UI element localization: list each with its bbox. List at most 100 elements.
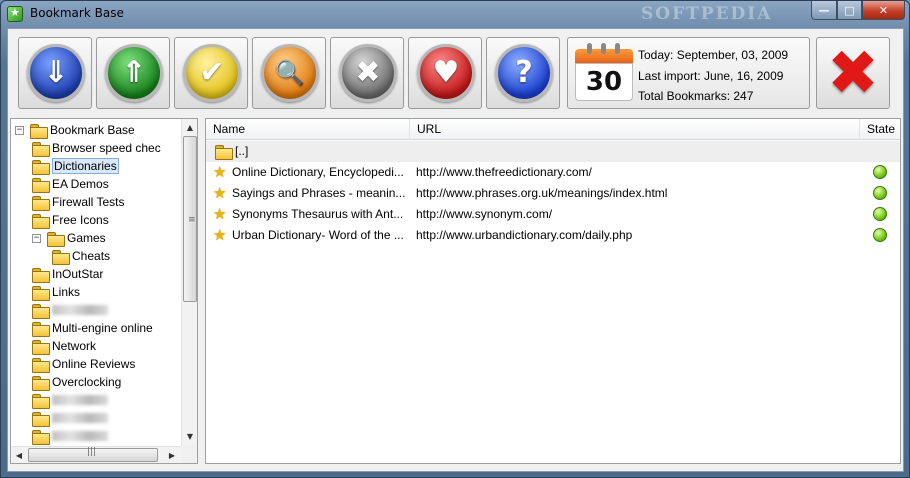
- bookmark-row[interactable]: ★ Synonyms Thesaurus with Ant... http://ww…: [206, 204, 900, 225]
- tree-item[interactable]: [32, 409, 108, 427]
- question-icon: ?: [495, 44, 553, 102]
- minimize-button[interactable]: —: [811, 1, 837, 20]
- tree-item-label: Bookmark Base: [50, 123, 135, 137]
- heart-glyph: ♥: [432, 55, 460, 90]
- tree-item[interactable]: Overclocking: [32, 373, 121, 391]
- heart-icon: ♥: [417, 44, 475, 102]
- tree-item[interactable]: [32, 427, 108, 445]
- tree-item[interactable]: [32, 391, 108, 409]
- folder-icon: [32, 303, 50, 319]
- folder-icon: [47, 231, 65, 247]
- star-icon: ★: [213, 185, 227, 202]
- bookmark-list[interactable]: Name URL State [..] ★ Online Dictionary, …: [205, 118, 901, 464]
- folder-icon: [32, 285, 50, 301]
- obscured-label: [52, 305, 108, 315]
- tree-item[interactable]: Firewall Tests: [32, 193, 124, 211]
- total-bookmarks-label: Total Bookmarks: 247: [638, 89, 754, 103]
- title-bar[interactable]: Bookmark Base SOFTPEDIA — □ ✕: [1, 1, 909, 27]
- tree-horizontal-thumb[interactable]: |||: [28, 447, 158, 462]
- tree-item[interactable]: Multi-engine online: [32, 319, 153, 337]
- star-icon: ★: [213, 227, 227, 244]
- tree-item[interactable]: Free Icons: [32, 211, 109, 229]
- tree-item-label: Dictionaries: [52, 158, 119, 174]
- tree-item[interactable]: − Games: [32, 229, 106, 247]
- status-ok-icon: [873, 228, 887, 242]
- tree-item[interactable]: EA Demos: [32, 175, 109, 193]
- column-header-url[interactable]: URL: [410, 119, 860, 140]
- tree-vertical-scrollbar[interactable]: ▲ ≡ ▼: [181, 119, 197, 446]
- folder-tree[interactable]: − Bookmark Base Browser speed chec Dictiona…: [10, 118, 198, 464]
- tree-item-label: Online Reviews: [52, 357, 136, 371]
- tree-item-label: Links: [52, 285, 81, 299]
- import-button[interactable]: ⇓: [18, 37, 92, 109]
- tree-item[interactable]: [32, 301, 108, 319]
- tree-vertical-thumb[interactable]: ≡: [183, 136, 197, 302]
- export-glyph: ⇑: [121, 55, 147, 90]
- red-x-icon: ✖: [827, 36, 879, 109]
- today-label: Today: September, 03, 2009: [638, 48, 789, 62]
- tree-item[interactable]: Online Reviews: [32, 355, 135, 373]
- close-window-button[interactable]: ✕: [862, 1, 905, 20]
- calendar-icon: 30: [575, 43, 633, 103]
- grip-icon: |||: [87, 447, 97, 457]
- column-header-name[interactable]: Name: [206, 119, 410, 140]
- import-glyph: ⇓: [43, 55, 69, 90]
- parent-folder-row[interactable]: [..]: [206, 141, 900, 162]
- bookmark-url: http://www.synonym.com/: [416, 207, 553, 221]
- tree-item[interactable]: InOutStar: [32, 265, 103, 283]
- tree-item-label: EA Demos: [52, 177, 109, 191]
- folder-icon: [32, 177, 50, 193]
- checkmark-icon: ✔: [183, 44, 241, 102]
- bookmark-row[interactable]: ★ Online Dictionary, Encyclopedi... http:/…: [206, 162, 900, 183]
- tree-item-label: Games: [67, 231, 106, 245]
- parent-folder-label: [..]: [235, 144, 249, 158]
- folder-icon: [32, 429, 50, 445]
- check-links-button[interactable]: ✔: [174, 37, 248, 109]
- exit-button[interactable]: ✖: [816, 37, 890, 109]
- tree-item[interactable]: Dictionaries: [32, 157, 119, 175]
- help-button[interactable]: ?: [486, 37, 560, 109]
- toolbar: ⇓ ⇑ ✔ 🔍 ✖ ♥ ? 30 Today: September, 03, 2…: [8, 29, 903, 115]
- obscured-label: [52, 413, 108, 423]
- scroll-up-arrow-icon[interactable]: ▲: [182, 119, 197, 135]
- bookmark-url: http://www.urbandictionary.com/daily.php: [416, 228, 633, 242]
- download-arrow-icon: ⇓: [27, 44, 85, 102]
- tree-horizontal-scrollbar[interactable]: ◀ ||| ▶: [11, 446, 181, 463]
- favorites-button[interactable]: ♥: [408, 37, 482, 109]
- client-area: ⇓ ⇑ ✔ 🔍 ✖ ♥ ? 30 Today: September, 03, 2…: [7, 28, 904, 472]
- folder-icon: [32, 357, 50, 373]
- panel-splitter[interactable]: [200, 118, 204, 464]
- column-header-state[interactable]: State: [860, 119, 900, 140]
- scroll-down-arrow-icon[interactable]: ▼: [182, 428, 197, 444]
- tree-item[interactable]: Browser speed chec: [32, 139, 161, 157]
- collapse-toggle-icon[interactable]: −: [15, 125, 24, 135]
- status-ok-icon: [873, 165, 887, 179]
- magnifier-icon: 🔍: [261, 44, 319, 102]
- bookmark-row[interactable]: ★ Sayings and Phrases - meanin... http://w…: [206, 183, 900, 204]
- folder-icon: [32, 321, 50, 337]
- app-star-icon[interactable]: [7, 6, 23, 22]
- tree-item[interactable]: Network: [32, 337, 96, 355]
- tools-glyph: ✖: [355, 55, 381, 90]
- export-button[interactable]: ⇑: [96, 37, 170, 109]
- folder-icon: [32, 267, 50, 283]
- info-panel: 30 Today: September, 03, 2009 Last impor…: [567, 37, 810, 109]
- scroll-right-arrow-icon[interactable]: ▶: [164, 447, 180, 463]
- search-button[interactable]: 🔍: [252, 37, 326, 109]
- tree-item[interactable]: Links: [32, 283, 80, 301]
- bookmark-row[interactable]: ★ Urban Dictionary- Word of the ... http:/…: [206, 225, 900, 246]
- bookmark-url: http://www.thefreedictionary.com/: [416, 165, 592, 179]
- tree-item-label: Network: [52, 339, 97, 353]
- collapse-toggle-icon[interactable]: −: [32, 233, 41, 243]
- search-glyph: 🔍: [275, 59, 305, 87]
- tree-item-label: Multi-engine online: [52, 321, 153, 335]
- scroll-left-arrow-icon[interactable]: ◀: [11, 447, 27, 463]
- maximize-button[interactable]: □: [837, 1, 862, 20]
- status-ok-icon: [873, 207, 887, 221]
- tree-item[interactable]: Cheats: [52, 247, 110, 265]
- tree-item[interactable]: − Bookmark Base: [15, 121, 135, 139]
- status-ok-icon: [873, 186, 887, 200]
- folder-icon: [32, 141, 50, 157]
- folder-icon: [52, 249, 70, 265]
- tools-button[interactable]: ✖: [330, 37, 404, 109]
